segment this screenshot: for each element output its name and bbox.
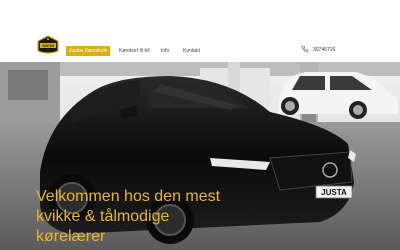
hero-headline-line-2: kvikke & tålmodige: [36, 208, 170, 225]
phone-number: 30746716: [313, 47, 336, 53]
phone-icon: [301, 45, 309, 53]
hero-section: JUSTA Velkommen hos den mest kvikke & tå…: [0, 62, 400, 250]
hero-headline: Velkommen hos den mest kvikke & tålmodig…: [36, 187, 286, 247]
site-header: JUSTAS Justas Køreskole Kørekort til bil…: [0, 0, 400, 62]
hero-headline-line-1: Velkommen hos den mest: [36, 188, 221, 205]
nav-justas-koreskole[interactable]: Justas Køreskole: [66, 46, 111, 56]
hero-headline-line-3: kørelærer: [36, 228, 106, 245]
nav-kontakt[interactable]: Kontakt: [180, 46, 203, 56]
logo[interactable]: JUSTAS: [36, 35, 60, 55]
logo-text: JUSTAS: [42, 44, 54, 48]
nav-korekort-til-bil[interactable]: Kørekort til bil: [116, 46, 153, 56]
nav-info[interactable]: Info: [158, 46, 172, 56]
license-plate-text: JUSTA: [321, 188, 347, 197]
